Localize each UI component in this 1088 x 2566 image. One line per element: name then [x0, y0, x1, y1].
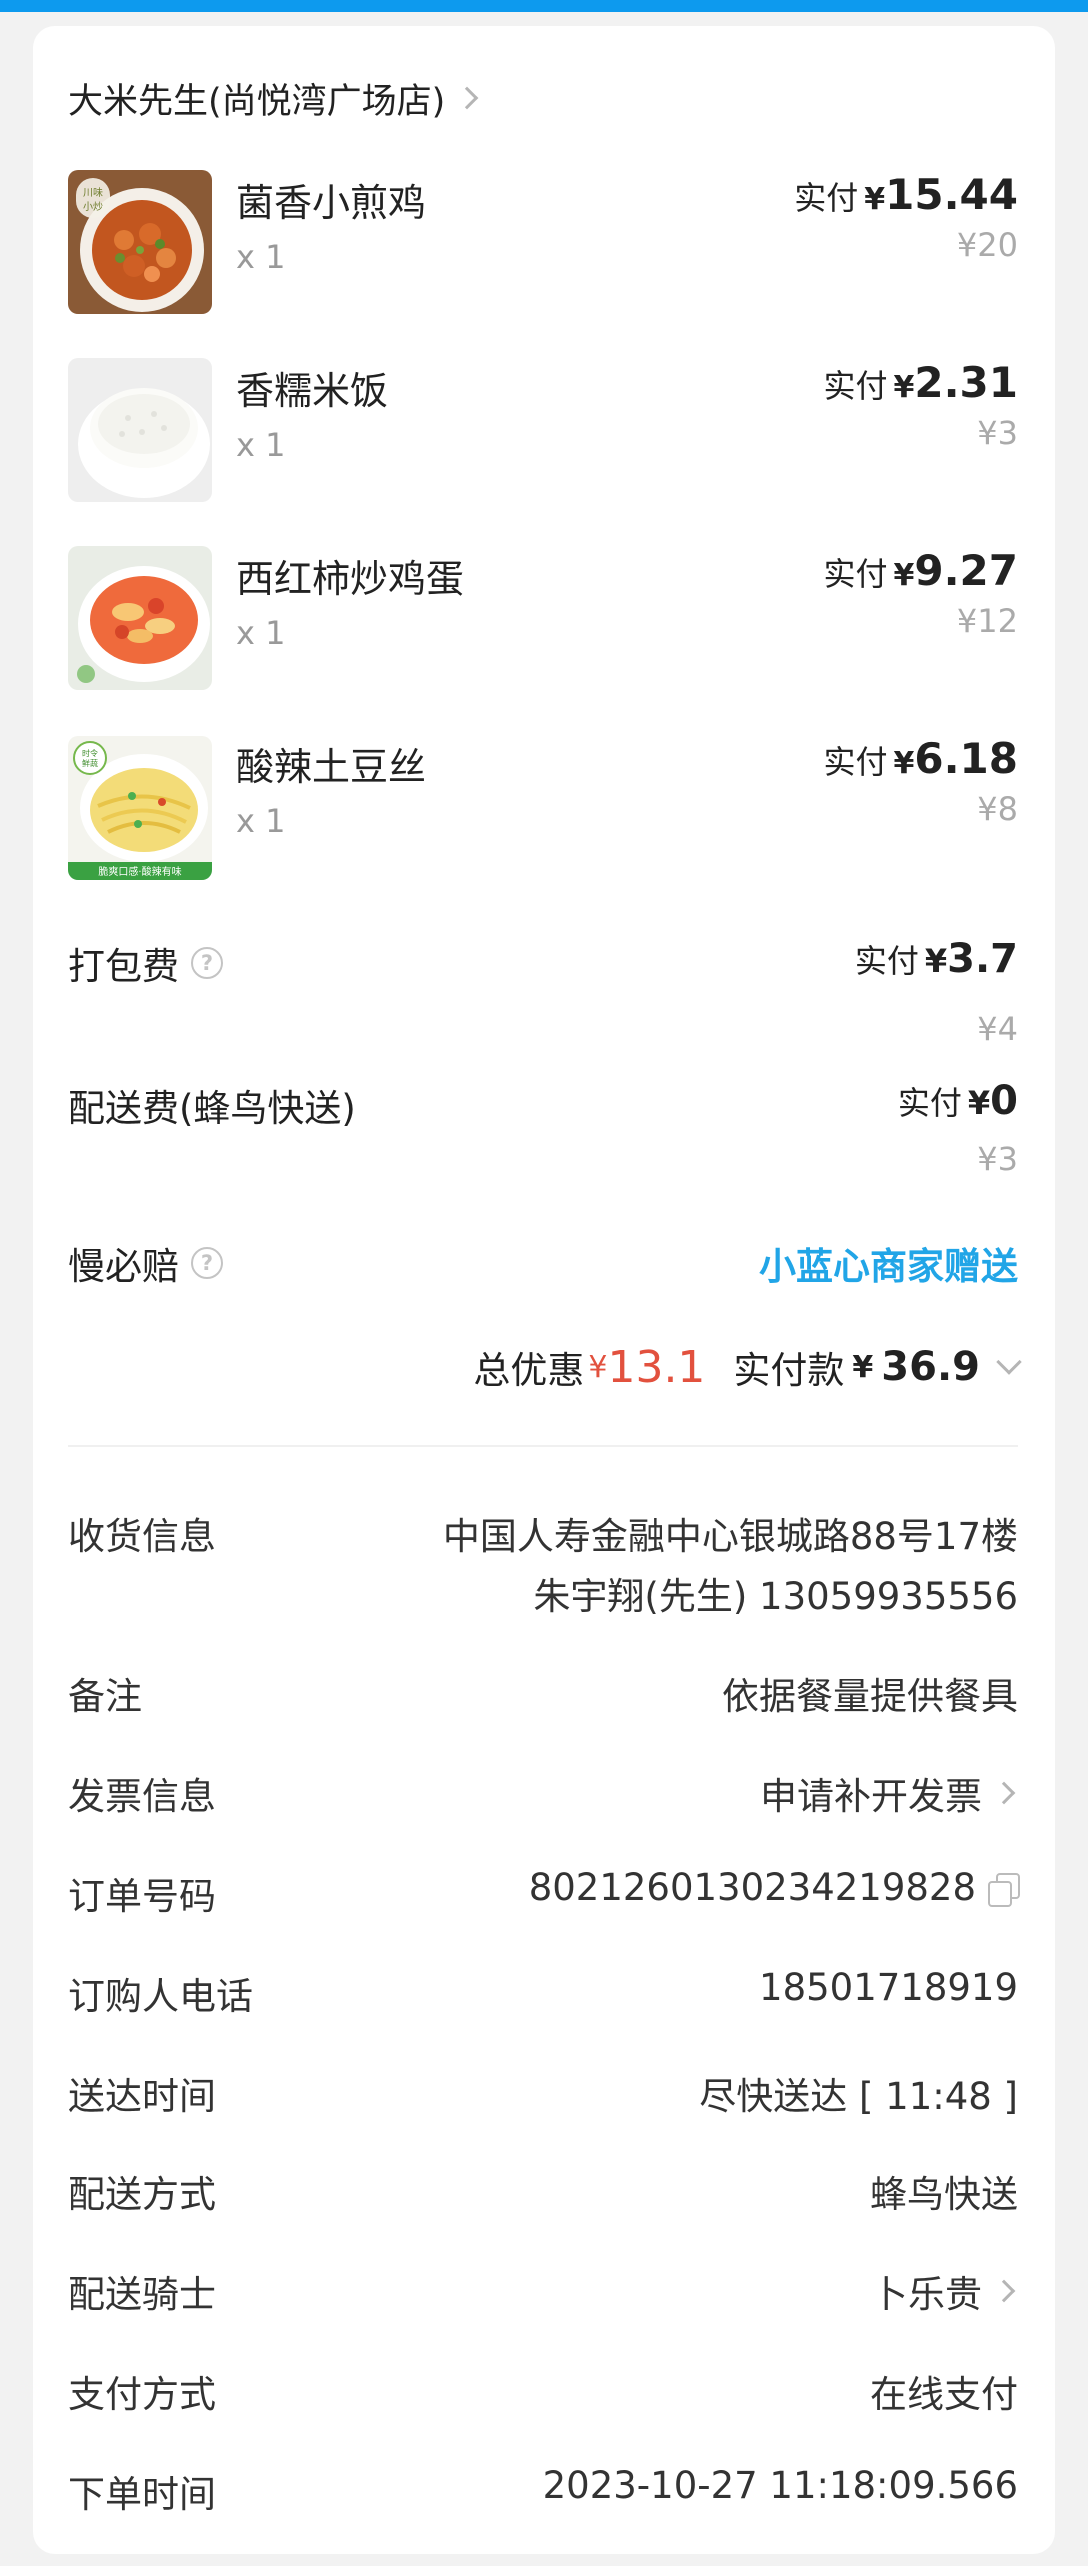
item-paid-price: 实付 ¥15.44: [794, 170, 1018, 219]
item-original-price: ¥20: [956, 226, 1018, 264]
svg-text:小炒: 小炒: [83, 201, 103, 213]
rider-link[interactable]: 卜乐贵: [871, 2264, 1018, 2318]
svg-text:川味: 川味: [83, 187, 103, 199]
delivery-fee-original: ¥3: [977, 1140, 1018, 1178]
item-name: 酸辣土豆丝: [236, 745, 427, 789]
item-paid-price: 实付 ¥2.31: [823, 358, 1018, 407]
note-value: 依据餐量提供餐具: [722, 1675, 1018, 1718]
delivery-fee-paid: 实付 ¥0: [897, 1078, 1018, 1124]
delivery-method-label: 配送方式: [68, 2173, 216, 2216]
top-accent-bar: [0, 0, 1088, 12]
order-number-label: 订单号码: [68, 1875, 216, 1918]
payment-value: 在线支付: [870, 2373, 1018, 2416]
item-name: 西红柿炒鸡蛋: [236, 557, 465, 601]
packing-fee-label: 打包费: [68, 945, 179, 988]
shop-link[interactable]: 大米先生(尚悦湾广场店): [68, 70, 479, 126]
delivery-time-label: 送达时间: [68, 2075, 216, 2118]
invoice-link[interactable]: 申请补开发票: [760, 1766, 1018, 1820]
chevron-right-icon: [455, 86, 479, 110]
potato-dish-image: 时令 鲜蔬 脆爽口感·酸辣有味: [68, 736, 212, 880]
item-quantity: x 1: [236, 614, 286, 652]
item-quantity: x 1: [236, 238, 286, 276]
address-line-2: 朱宇翔(先生) 13059935556: [533, 1575, 1018, 1618]
rider-value: 卜乐贵: [871, 2273, 982, 2316]
discount-label: 总优惠: [473, 1349, 585, 1392]
item-quantity: x 1: [236, 802, 286, 840]
total-paid-value: 36.9: [881, 1344, 980, 1390]
packing-fee-row: 打包费 ?: [68, 936, 223, 990]
invoice-label: 发票信息: [68, 1775, 216, 1818]
item-thumbnail-4: 时令 鲜蔬 脆爽口感·酸辣有味: [68, 736, 212, 880]
slow-compensation-value: 小蓝心商家赠送: [759, 1245, 1018, 1288]
address-line-1: 中国人寿金融中心银城路88号17楼: [442, 1515, 1018, 1558]
chevron-down-icon: [996, 1349, 1022, 1375]
slow-compensation-row: 慢必赔 ?: [68, 1236, 223, 1290]
item-thumbnail-2: [68, 358, 212, 502]
packing-fee-paid: 实付 ¥3.7: [854, 936, 1018, 982]
phone-label: 订购人电话: [68, 1975, 253, 2018]
invoice-value: 申请补开发票: [760, 1775, 982, 1818]
help-icon[interactable]: ?: [191, 1247, 223, 1279]
help-icon[interactable]: ?: [191, 947, 223, 979]
item-paid-price: 实付 ¥6.18: [823, 734, 1018, 783]
item-original-price: ¥12: [956, 602, 1018, 640]
item-thumbnail-3: [68, 546, 212, 690]
order-number-value: 8021260130234219828: [528, 1866, 976, 1909]
rider-label: 配送骑士: [68, 2273, 216, 2316]
total-paid-label: 实付款: [733, 1349, 845, 1392]
svg-text:脆爽口感·酸辣有味: 脆爽口感·酸辣有味: [98, 865, 181, 878]
item-original-price: ¥8: [977, 790, 1018, 828]
discount-value: 13.1: [607, 1341, 706, 1393]
chevron-right-icon: [992, 1781, 1016, 1805]
slow-compensation-label: 慢必赔: [68, 1245, 179, 1288]
total-currency: ¥: [852, 1349, 874, 1385]
item-paid-price: 实付 ¥9.27: [823, 546, 1018, 595]
payment-label: 支付方式: [68, 2373, 216, 2416]
delivery-time-value: 尽快送达 [ 11:48 ]: [699, 2075, 1018, 2118]
chevron-right-icon: [992, 2279, 1016, 2303]
order-summary[interactable]: 总优惠 ¥ 13.1 实付款 ¥ 36.9: [473, 1340, 1022, 1394]
packing-fee-original: ¥4: [977, 1010, 1018, 1048]
address-label: 收货信息: [68, 1515, 216, 1558]
divider: [68, 1445, 1018, 1447]
svg-text:时令: 时令: [82, 748, 98, 758]
delivery-fee-label: 配送费(蜂鸟快送): [68, 1087, 356, 1130]
shop-name: 大米先生(尚悦湾广场店): [68, 81, 446, 122]
item-thumbnail-1: 川味 小炒: [68, 170, 212, 314]
note-label: 备注: [68, 1675, 142, 1718]
order-number-row: 8021260130234219828: [528, 1866, 1020, 1909]
item-quantity: x 1: [236, 426, 286, 464]
item-name: 菌香小煎鸡: [236, 181, 427, 225]
phone-value: 18501718919: [759, 1966, 1018, 2009]
chicken-dish-image: 川味 小炒: [68, 170, 212, 314]
order-time-value: 2023-10-27 11:18:09.566: [542, 2464, 1018, 2507]
delivery-method-value: 蜂鸟快送: [870, 2173, 1018, 2216]
item-name: 香糯米饭: [236, 369, 389, 413]
order-time-label: 下单时间: [68, 2473, 216, 2516]
svg-text:鲜蔬: 鲜蔬: [82, 758, 98, 768]
tomato-egg-dish-image: [68, 546, 212, 690]
item-original-price: ¥3: [977, 414, 1018, 452]
copy-icon[interactable]: [988, 1872, 1020, 1907]
rice-dish-image: [68, 358, 212, 502]
discount-currency: ¥: [588, 1349, 608, 1385]
